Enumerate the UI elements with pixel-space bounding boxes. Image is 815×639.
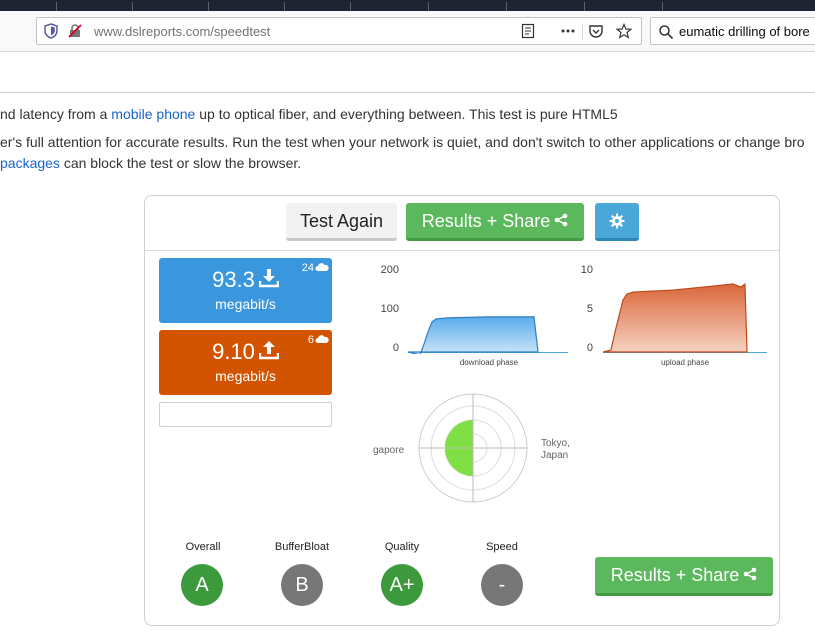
- intro-text: up to optical fiber, and everything betw…: [195, 106, 618, 122]
- upload-curve: [603, 282, 748, 353]
- intro-line-2: er's full attention for accurate results…: [0, 134, 805, 150]
- grade-badge-bufferbloat[interactable]: B: [281, 564, 323, 606]
- bookmark-star-icon[interactable]: [616, 23, 632, 39]
- grade-badge-speed[interactable]: -: [481, 564, 523, 606]
- share-icon: [743, 567, 757, 581]
- insecure-lock-icon[interactable]: [67, 23, 83, 39]
- download-speed-tile: 93.3 megabit/s 24: [159, 258, 332, 323]
- city-right-line-2: Japan: [541, 450, 569, 461]
- upload-unit: megabit/s: [215, 368, 276, 384]
- reader-view-icon[interactable]: [520, 23, 536, 39]
- intro-text: nd latency from a: [0, 106, 112, 122]
- grade-label-quality: Quality: [384, 541, 420, 553]
- tab-separator: [208, 2, 209, 11]
- upload-streams-count: 6: [307, 334, 314, 346]
- address-bar[interactable]: www.dslreports.com/speedtest: [36, 17, 642, 45]
- results-share-button-bottom[interactable]: Results + Share: [595, 557, 773, 596]
- grade-label-overall: Overall: [185, 541, 221, 553]
- share-icon: [554, 213, 568, 227]
- pocket-icon[interactable]: [588, 23, 604, 39]
- upload-y-tick: 5: [586, 303, 593, 315]
- gear-icon: [609, 213, 625, 229]
- upload-icon: [258, 341, 280, 360]
- settings-button[interactable]: [595, 203, 639, 241]
- download-y-tick: 0: [392, 342, 399, 354]
- tab-separator: [350, 2, 351, 11]
- download-phase-label: download phase: [459, 358, 519, 367]
- cloud-icon: [315, 335, 329, 344]
- page-header-strip: [0, 52, 815, 93]
- upload-y-tick: 10: [580, 264, 593, 276]
- url-text[interactable]: www.dslreports.com/speedtest: [94, 24, 270, 39]
- tab-separator: [132, 2, 133, 11]
- download-unit: megabit/s: [215, 296, 276, 312]
- results-share-label: Results + Share: [610, 565, 740, 585]
- download-curve: [408, 316, 539, 354]
- tab-separator: [428, 2, 429, 11]
- grade-badge-quality[interactable]: A+: [381, 564, 423, 606]
- tab-separator: [662, 2, 663, 11]
- packages-link[interactable]: packages: [0, 155, 60, 171]
- panel-divider: [145, 250, 779, 251]
- intro-line-1: nd latency from a mobile phone up to opt…: [0, 106, 618, 122]
- tab-strip[interactable]: [0, 0, 815, 11]
- speedtest-panel: Test Again Results + Share 93.3 megabit/…: [144, 195, 780, 626]
- download-y-tick: 200: [380, 264, 399, 276]
- grade-label-bufferbloat: BufferBloat: [274, 541, 330, 553]
- download-value-text: 93.3: [212, 267, 255, 292]
- ping-tile: [159, 402, 332, 427]
- upload-value-text: 9.10: [212, 339, 255, 364]
- intro-line-3: packages can block the test or slow the …: [0, 155, 301, 171]
- cloud-icon: [315, 263, 329, 272]
- search-text[interactable]: eumatic drilling of bore: [679, 24, 810, 39]
- download-streams: 24: [302, 261, 329, 275]
- results-share-label: Results + Share: [421, 211, 551, 231]
- intro-text: can block the test or slow the browser.: [59, 155, 302, 171]
- tab-separator: [584, 2, 585, 11]
- search-box[interactable]: eumatic drilling of bore: [650, 17, 815, 45]
- search-icon: [659, 25, 674, 40]
- city-right-label: Tokyo, Japan: [541, 438, 570, 462]
- upload-speed-value: 9.10: [159, 339, 332, 365]
- download-phase-graph: [408, 316, 568, 354]
- download-streams-count: 24: [301, 262, 314, 274]
- upload-y-tick: 0: [586, 342, 593, 354]
- tab-separator: [284, 2, 285, 11]
- upload-speed-tile: 9.10 megabit/s 6: [159, 330, 332, 395]
- city-right-line-1: Tokyo,: [541, 438, 570, 449]
- mobile-phone-link[interactable]: mobile phone: [111, 106, 195, 122]
- latency-radar: [418, 393, 528, 503]
- more-actions-icon[interactable]: [560, 23, 576, 39]
- upload-streams: 6: [308, 333, 329, 347]
- test-again-button[interactable]: Test Again: [286, 203, 397, 241]
- upload-phase-label: upload phase: [660, 358, 710, 367]
- grade-badge-overall[interactable]: A: [181, 564, 223, 606]
- urlbar-separator: [582, 24, 583, 40]
- download-icon: [258, 269, 280, 288]
- upload-phase-graph: [603, 282, 767, 353]
- download-y-tick: 100: [380, 303, 399, 315]
- grade-label-speed: Speed: [486, 541, 518, 553]
- tracking-shield-icon[interactable]: [43, 23, 59, 39]
- tab-separator: [506, 2, 507, 11]
- results-share-button[interactable]: Results + Share: [406, 203, 584, 241]
- tab-separator: [56, 2, 57, 11]
- city-left-label: gapore: [373, 445, 405, 456]
- nav-toolbar: www.dslreports.com/speedtest eumatic dri…: [0, 11, 815, 52]
